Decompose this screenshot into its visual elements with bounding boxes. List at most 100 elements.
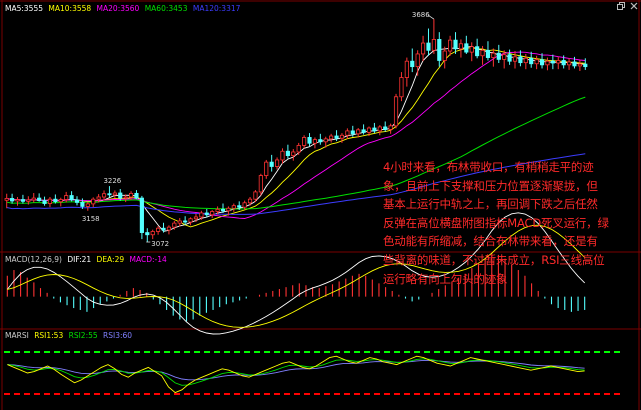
candle-body <box>42 200 47 204</box>
candle-body <box>572 61 577 67</box>
candle-body <box>458 43 464 50</box>
candle-body <box>231 205 236 209</box>
candle-body <box>215 208 220 212</box>
candle-body <box>496 52 501 60</box>
candle-body <box>69 195 74 201</box>
candle-body <box>523 57 528 64</box>
rsi-panel <box>4 351 620 395</box>
candle-body <box>383 126 388 130</box>
candle-body <box>96 196 101 200</box>
candle-body <box>485 49 491 58</box>
candle-body <box>101 193 107 198</box>
lowest-price-label: 3072 <box>151 240 169 248</box>
candle-body <box>372 127 377 132</box>
candle-body <box>302 137 307 146</box>
candle-body <box>139 197 144 233</box>
rsi2-label: RSI2:55 <box>68 331 98 340</box>
main-legend: MA5:3555 MA10:3558 MA20:3560 MA60:3453 M… <box>5 4 243 13</box>
candle-body <box>491 52 496 58</box>
annotation-line: 些背离的味道，不过暂未成立，RSI三线高位 <box>383 252 605 267</box>
candle-body <box>415 53 420 68</box>
candle-body <box>128 192 134 198</box>
candle-body <box>512 56 518 62</box>
rsi-title: MARSI <box>5 331 29 340</box>
candle-body <box>193 216 199 220</box>
candle-body <box>47 198 53 204</box>
rsi3-label: RSI3:60 <box>103 331 133 340</box>
window-restore-icon[interactable] <box>617 2 625 10</box>
candle-body <box>350 130 355 135</box>
ma10-label: MA10:3558 <box>48 4 92 13</box>
candle-body <box>53 198 58 203</box>
window-close-icon[interactable] <box>630 2 638 10</box>
candle-body <box>583 63 588 68</box>
candle-body <box>264 161 269 176</box>
candle-body <box>410 60 415 68</box>
candle-body <box>377 126 382 132</box>
candle-body <box>177 220 182 224</box>
analysis-annotation: 4小时来看，布林带收口，有稍稍走平的迹 象，且前上下支撑和压力位置逐渐聚拢，但 … <box>383 158 641 288</box>
candle-body <box>307 137 312 144</box>
candle-body <box>550 60 555 64</box>
candle-body <box>253 191 258 200</box>
candle-body <box>464 43 469 53</box>
candle-body <box>123 196 128 199</box>
candle-body <box>85 203 90 207</box>
candle-body <box>442 50 447 61</box>
annotation-line: 反弹在高位横盘附图指标MACD死叉运行，绿 <box>383 215 609 230</box>
candle-body <box>188 218 193 223</box>
candle-body <box>134 192 139 199</box>
candle-body <box>237 205 242 208</box>
candle-body <box>577 63 582 67</box>
candle-body <box>291 151 296 157</box>
candle-body <box>91 198 96 205</box>
candle-body <box>274 159 280 167</box>
candle-body <box>4 198 9 201</box>
annotation-line: 4小时来看，布林带收口，有稍稍走平的迹 <box>383 160 594 174</box>
candle-body <box>37 197 42 202</box>
candle-body <box>323 138 328 143</box>
candle-body <box>166 226 172 231</box>
candle-body <box>329 135 334 140</box>
candle-body <box>64 195 69 200</box>
candle-body <box>242 202 247 208</box>
mid-high-price-label: 3226 <box>103 177 121 185</box>
annotation-line: 运行略有向上勾头的迹象 <box>383 271 508 286</box>
low-price-label: 3158 <box>82 215 100 223</box>
candle-body <box>507 54 512 62</box>
candle-body <box>480 49 485 57</box>
candle-body <box>269 161 274 167</box>
ma120-label: MA120:3317 <box>192 4 241 13</box>
candle-body <box>210 211 215 216</box>
candle-body <box>545 60 550 66</box>
candle-body <box>361 129 366 133</box>
candle-body <box>10 198 15 202</box>
candle-body <box>15 199 20 202</box>
candle-body <box>145 232 150 236</box>
candle-body <box>280 150 285 161</box>
candle-body <box>296 145 301 153</box>
candle-body <box>80 202 85 207</box>
ma60-label: MA60:3453 <box>144 4 188 13</box>
candle-body <box>399 77 404 98</box>
candle-body <box>556 60 561 64</box>
candle-body <box>561 60 566 66</box>
candle-body <box>226 207 231 212</box>
candle-body <box>539 59 545 66</box>
ma5-label: MA5:3555 <box>5 4 43 13</box>
candle-body <box>388 125 393 130</box>
candle-body <box>339 134 345 139</box>
candle-body <box>172 222 177 228</box>
annotation-line: 色动能有所缩减，结合布林带来看，还是有 <box>383 234 598 249</box>
candle-body <box>356 129 361 135</box>
candle-body <box>112 192 117 196</box>
candle-body <box>199 212 204 218</box>
candle-body <box>247 198 253 204</box>
macd-title: MACD(12,26,9) <box>5 255 62 264</box>
candle-body <box>534 59 539 65</box>
candle-body <box>258 175 263 193</box>
dif-label: DIF:21 <box>67 255 92 264</box>
candle-body <box>453 39 458 50</box>
candle-body <box>502 54 507 60</box>
candle-body <box>431 39 436 51</box>
